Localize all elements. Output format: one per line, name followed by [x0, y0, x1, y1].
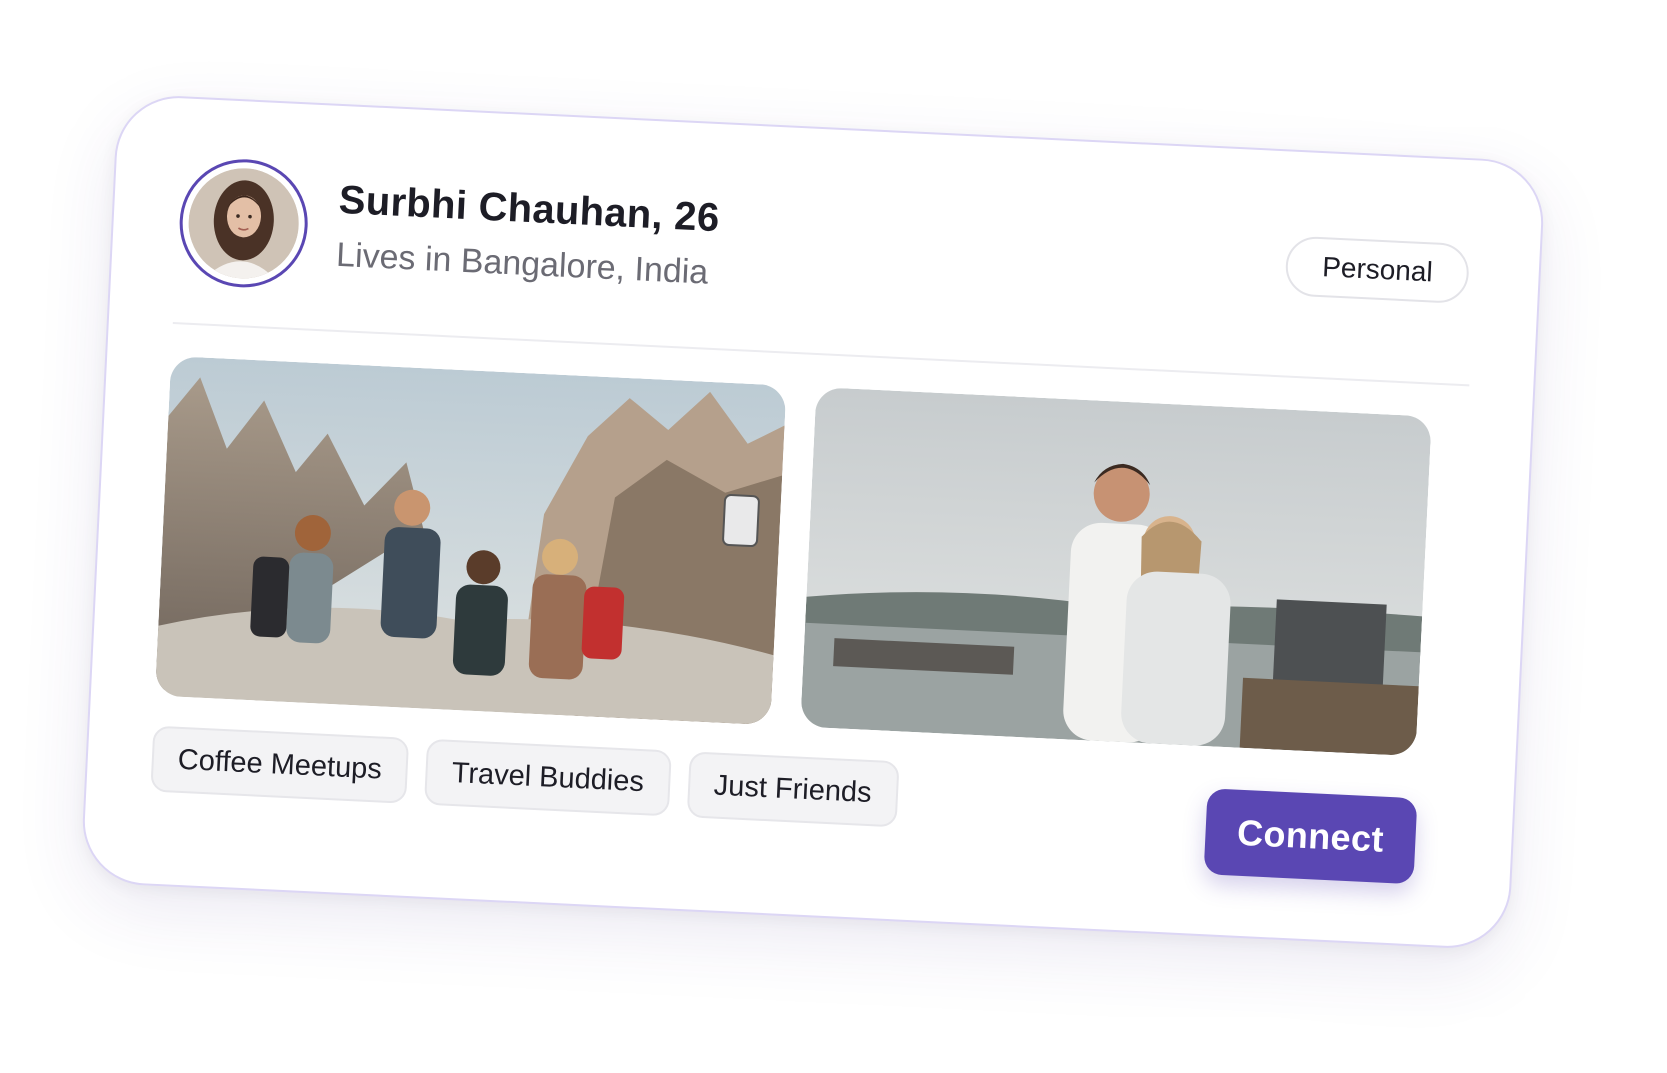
photo-mountain-friends[interactable] [154, 356, 787, 726]
mountain-friends-photo [154, 356, 787, 726]
interest-tags: Coffee Meetups Travel Buddies Just Frien… [150, 725, 900, 828]
category-badge[interactable]: Personal [1284, 235, 1471, 305]
tag-coffee-meetups[interactable]: Coffee Meetups [150, 725, 410, 804]
profile-name: Surbhi Chauhan, 26 [337, 177, 721, 241]
profile-location: Lives in Bangalore, India [335, 235, 710, 292]
avatar[interactable] [176, 156, 311, 291]
portrait-image [186, 165, 302, 281]
stage: Surbhi Chauhan, 26 Lives in Bangalore, I… [0, 0, 1667, 1073]
tag-just-friends[interactable]: Just Friends [686, 751, 900, 828]
avatar-photo [186, 165, 302, 281]
profile-card[interactable]: Surbhi Chauhan, 26 Lives in Bangalore, I… [79, 93, 1547, 951]
couple-hug-photo [800, 387, 1432, 757]
connect-button[interactable]: Connect [1203, 788, 1418, 885]
photo-couple[interactable] [800, 387, 1432, 757]
tag-travel-buddies[interactable]: Travel Buddies [424, 738, 672, 817]
